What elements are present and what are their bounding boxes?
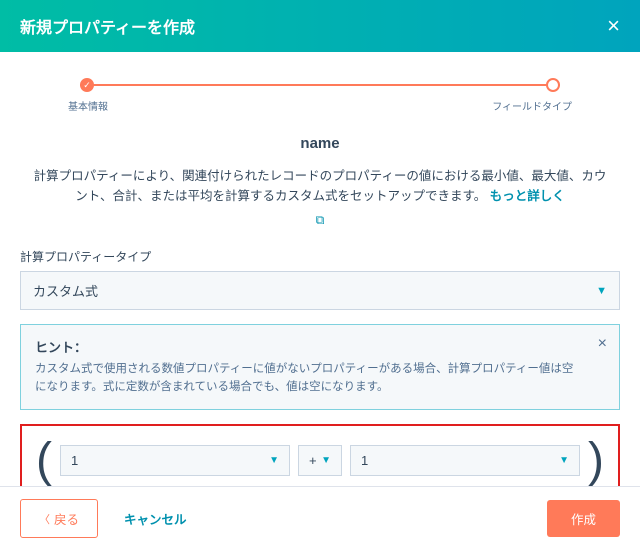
stepper bbox=[80, 78, 560, 92]
formula-builder: ( 1 ▼ + ▼ 1 ▼ ) 式に追加 bbox=[20, 424, 620, 487]
operator-select[interactable]: + ▼ bbox=[298, 445, 342, 476]
modal-title: 新規プロパティーを作成 bbox=[20, 14, 195, 38]
chevron-down-icon: ▼ bbox=[559, 455, 569, 466]
close-paren: ) bbox=[588, 444, 604, 478]
step2-label: フィールドタイプ bbox=[492, 98, 572, 113]
left-operand-select[interactable]: 1 ▼ bbox=[60, 445, 290, 476]
stepper-labels: 基本情報 フィールドタイプ bbox=[68, 98, 572, 113]
cancel-button[interactable]: キャンセル bbox=[106, 500, 205, 537]
step-current-icon bbox=[546, 78, 560, 92]
operator-value: + bbox=[309, 453, 317, 468]
right-operand-select[interactable]: 1 ▼ bbox=[350, 445, 580, 476]
chevron-down-icon: ▼ bbox=[321, 455, 331, 466]
hint-body: カスタム式で使用される数値プロパティーに値がないプロパティーがある場合、計算プロ… bbox=[35, 360, 583, 397]
right-operand-value: 1 bbox=[361, 453, 368, 468]
modal-footer: 〈 戻る キャンセル 作成 bbox=[0, 486, 640, 550]
chevron-down-icon: ▼ bbox=[596, 285, 607, 297]
stepper-line bbox=[80, 84, 560, 86]
calc-type-value: カスタム式 bbox=[33, 281, 98, 300]
step1-label: 基本情報 bbox=[68, 98, 108, 113]
back-button[interactable]: 〈 戻る bbox=[20, 499, 98, 538]
chevron-down-icon: ▼ bbox=[269, 455, 279, 466]
hint-title: ヒント： bbox=[35, 337, 583, 356]
step-done-icon bbox=[80, 78, 94, 92]
learn-more-link[interactable]: もっと詳しく bbox=[490, 189, 565, 203]
formula-row: ( 1 ▼ + ▼ 1 ▼ ) bbox=[36, 444, 604, 478]
modal-content: 基本情報 フィールドタイプ name 計算プロパティーにより、関連付けられたレコ… bbox=[0, 52, 640, 487]
close-icon[interactable]: × bbox=[607, 15, 620, 37]
description: 計算プロパティーにより、関連付けられたレコードのプロパティーの値における最小値、… bbox=[20, 166, 620, 230]
external-link-icon[interactable]: ⧉ bbox=[316, 210, 325, 230]
hint-box: × ヒント： カスタム式で使用される数値プロパティーに値がないプロパティーがある… bbox=[20, 324, 620, 410]
calc-type-label: 計算プロパティータイプ bbox=[20, 248, 620, 265]
calc-type-select[interactable]: カスタム式 ▼ bbox=[20, 271, 620, 310]
create-button[interactable]: 作成 bbox=[547, 500, 620, 537]
left-operand-value: 1 bbox=[71, 453, 78, 468]
step-field-type[interactable] bbox=[546, 78, 560, 92]
back-label: 戻る bbox=[54, 509, 79, 528]
step-basic-info[interactable] bbox=[80, 78, 94, 92]
open-paren: ( bbox=[36, 444, 52, 478]
hint-close-icon[interactable]: × bbox=[598, 335, 607, 353]
chevron-left-icon: 〈 bbox=[39, 511, 50, 527]
modal-header: 新規プロパティーを作成 × bbox=[0, 0, 640, 52]
page-title: name bbox=[20, 135, 620, 152]
